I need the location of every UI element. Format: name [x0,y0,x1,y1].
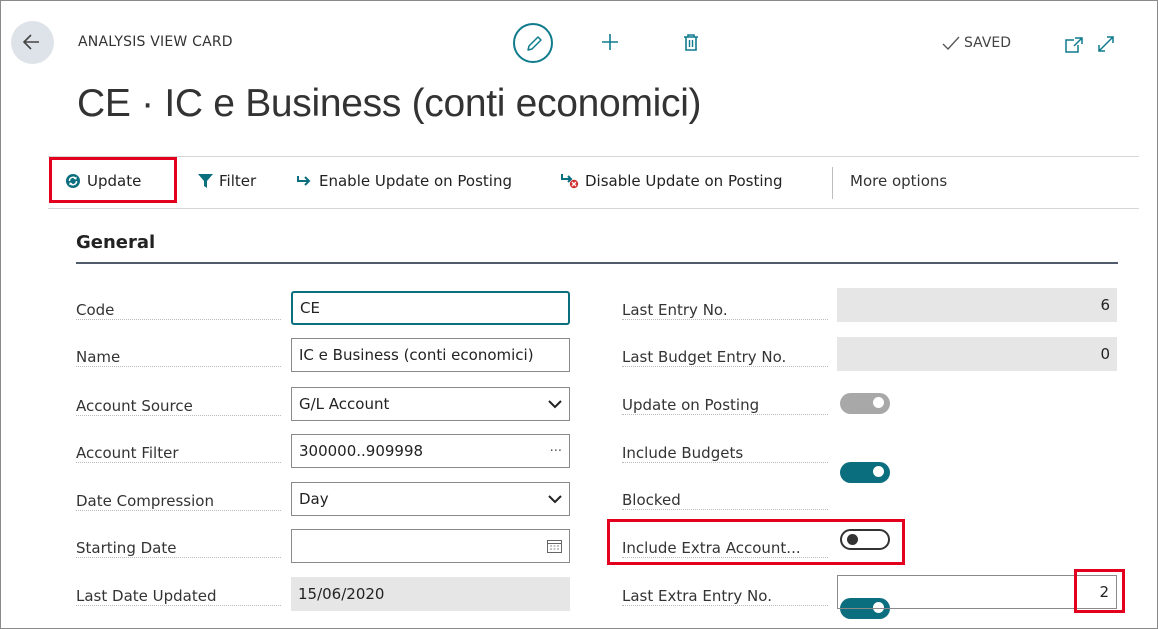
chevron-down-icon [548,494,562,503]
enable-update-action[interactable]: Enable Update on Posting [297,172,512,190]
starting-date-label: Starting Date [76,539,281,558]
saved-status-text: SAVED [964,35,1012,51]
last-budget-entry-no-label: Last Budget Entry No. [622,348,828,367]
disable-arrow-icon [561,174,579,189]
account-source-label: Account Source [76,397,281,416]
last-extra-entry-no-label: Last Extra Entry No. [622,587,828,606]
code-label: Code [76,301,281,320]
last-entry-no-label: Last Entry No. [622,301,828,320]
ellipsis-icon[interactable]: ··· [550,444,562,459]
filter-action[interactable]: Filter [198,172,256,190]
date-compression-label: Date Compression [76,492,281,511]
name-field[interactable]: IC e Business (conti economici) [291,338,570,372]
disable-update-action[interactable]: Disable Update on Posting [561,172,783,190]
last-budget-entry-no-value: 0 [837,337,1117,371]
section-general-header[interactable]: General [76,232,155,253]
expand-icon [1098,36,1114,52]
include-budgets-toggle[interactable] [840,462,890,483]
filter-label: Filter [219,172,257,190]
last-date-updated-value: 15/06/2020 [291,577,570,611]
account-filter-label: Account Filter [76,444,281,463]
toolbar-divider [48,156,1139,157]
edit-button[interactable] [513,23,553,63]
highlight-include-extra-account [607,519,905,565]
enable-update-label: Enable Update on Posting [319,172,512,190]
page-caption: ANALYSIS VIEW CARD [78,34,233,50]
new-button[interactable] [600,32,620,56]
popout-button[interactable] [1065,37,1083,57]
calendar-icon[interactable] [547,539,562,553]
trash-icon [684,34,698,51]
include-budgets-label: Include Budgets [622,444,828,463]
saved-status: SAVED [942,35,1011,51]
name-label: Name [76,348,281,367]
filter-icon [198,174,213,188]
plus-icon [602,34,618,50]
account-filter-field[interactable]: 300000..909998 ··· [291,434,570,468]
popout-icon [1065,37,1083,53]
chevron-down-icon [548,399,562,408]
delete-button[interactable] [683,33,699,56]
last-date-updated-label: Last Date Updated [76,587,281,606]
back-button[interactable] [11,21,54,64]
update-on-posting-label: Update on Posting [622,396,828,415]
check-icon [942,36,960,50]
back-arrow-icon [22,34,39,50]
starting-date-field[interactable] [291,529,570,563]
disable-update-label: Disable Update on Posting [585,172,783,190]
edit-pencil-icon [527,36,542,51]
code-field[interactable]: CE [291,291,570,325]
more-options-action[interactable]: More options [850,172,947,190]
last-entry-no-value: 6 [837,288,1117,322]
more-options-label: More options [850,172,948,190]
highlight-last-extra-entry-no [1074,569,1125,613]
arrow-right-icon [297,176,311,186]
toolbar-separator [832,167,833,199]
toolbar-divider-bottom [48,208,1139,209]
page-title: CE · IC e Business (conti economici) [77,82,702,125]
account-source-select[interactable]: G/L Account [291,387,570,421]
section-underline [76,262,1118,264]
highlight-update [49,157,177,203]
expand-button[interactable] [1097,35,1115,57]
date-compression-select[interactable]: Day [291,482,570,516]
blocked-label: Blocked [622,491,828,510]
update-on-posting-toggle [840,393,890,414]
